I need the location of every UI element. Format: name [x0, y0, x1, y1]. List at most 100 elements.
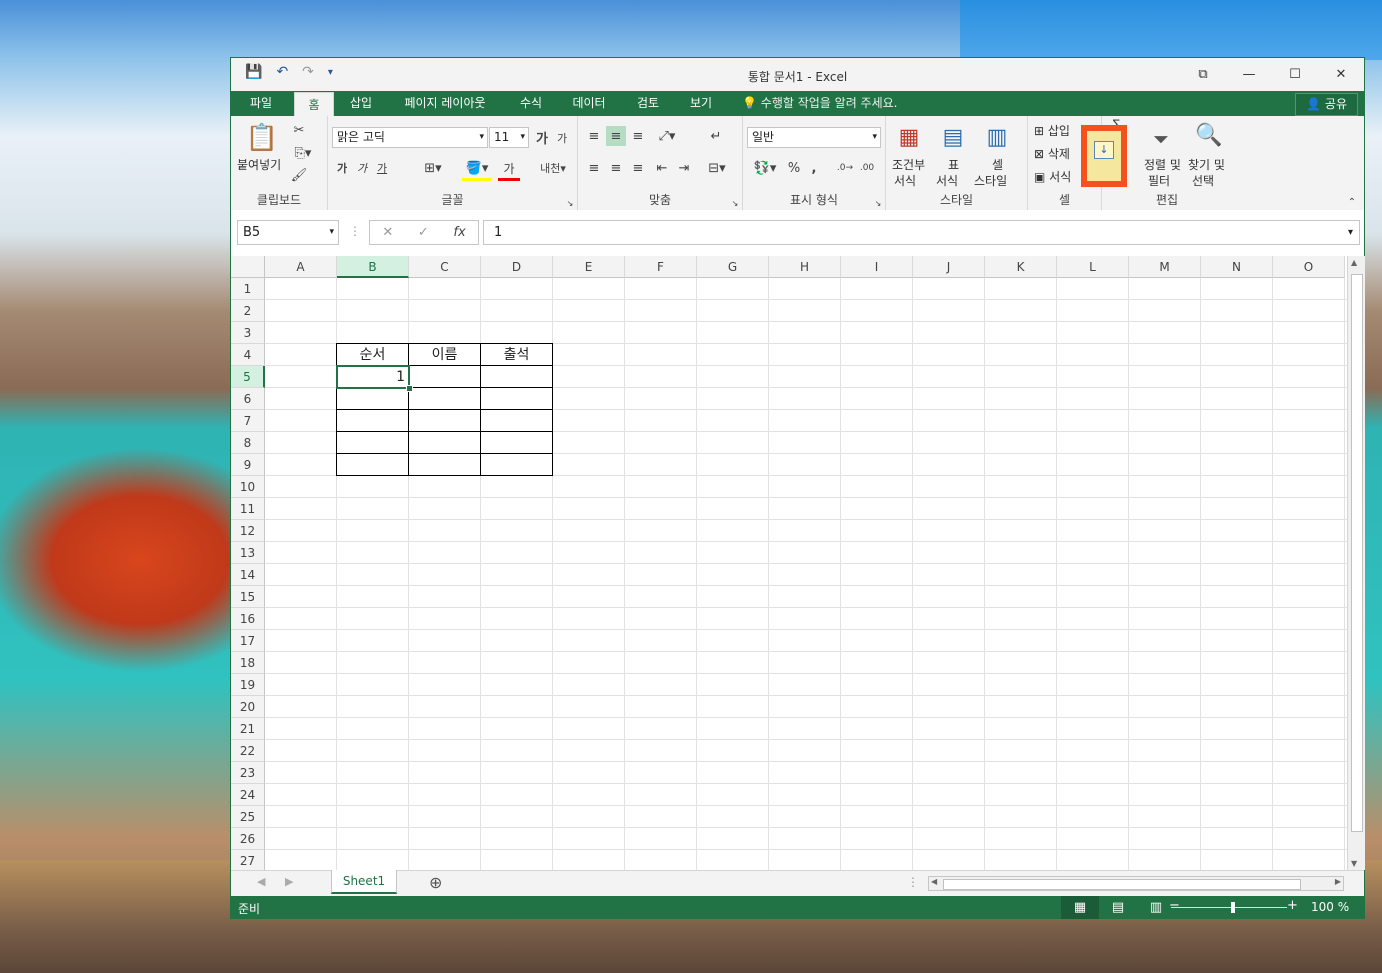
row-header-16[interactable]: 16 [231, 608, 265, 630]
percent-button[interactable]: % [785, 158, 803, 178]
normal-view-icon[interactable]: ▦ [1061, 896, 1099, 919]
font-name-select[interactable]: 맑은 고딕 ▾ [332, 127, 488, 148]
new-sheet-button[interactable]: ⊕ [429, 873, 442, 892]
shrink-font-button[interactable]: 가 [554, 130, 570, 146]
paste-label[interactable]: 붙여넣기 [237, 156, 281, 173]
next-sheet-icon[interactable]: ▶ [285, 875, 293, 888]
number-format-select[interactable]: 일반 ▾ [747, 127, 881, 148]
increase-indent-icon[interactable]: ⇥ [674, 158, 694, 178]
sort-filter-icon[interactable]: ⏷ [1146, 124, 1176, 154]
align-center-icon[interactable]: ≡ [606, 158, 626, 178]
tab-formulas[interactable]: 수식 [511, 91, 551, 116]
conditional-formatting-label[interactable]: 조건부 [892, 156, 925, 173]
row-header-26[interactable]: 26 [231, 828, 265, 850]
grow-font-button[interactable]: 가 [534, 128, 550, 147]
tab-file[interactable]: 파일 [235, 91, 287, 116]
row-header-18[interactable]: 18 [231, 652, 265, 674]
sheet-tab[interactable]: Sheet1 [331, 870, 397, 894]
column-header-d[interactable]: D [481, 256, 553, 278]
font-color-button[interactable]: 가 [498, 158, 520, 181]
find-select-label[interactable]: 찾기 및 [1188, 156, 1225, 173]
row-header-8[interactable]: 8 [231, 432, 265, 454]
row-header-9[interactable]: 9 [231, 454, 265, 476]
row-header-17[interactable]: 17 [231, 630, 265, 652]
prev-sheet-icon[interactable]: ◀ [257, 875, 265, 888]
wrap-text-icon[interactable]: ↵ [706, 126, 726, 146]
row-header-6[interactable]: 6 [231, 388, 265, 410]
ribbon-display-options-icon[interactable]: ⧉ [1180, 58, 1226, 90]
tab-review[interactable]: 검토 [628, 91, 668, 116]
row-header-19[interactable]: 19 [231, 674, 265, 696]
column-header-g[interactable]: G [697, 256, 769, 278]
column-header-o[interactable]: O [1273, 256, 1345, 278]
fill-handle[interactable] [406, 385, 413, 392]
row-header-4[interactable]: 4 [231, 344, 265, 366]
align-right-icon[interactable]: ≡ [628, 158, 648, 178]
insert-cells-button[interactable]: ⊞ 삽입 [1034, 122, 1070, 139]
format-as-table-icon[interactable]: ▤ [938, 122, 968, 152]
zoom-level[interactable]: 100 % [1311, 900, 1349, 914]
splitter-icon[interactable]: ⋮ [907, 875, 919, 889]
merge-center-icon[interactable]: ⊟▾ [702, 158, 732, 178]
cancel-icon[interactable]: ✕ [382, 225, 393, 240]
borders-icon[interactable]: ⊞▾ [418, 158, 448, 178]
accounting-format-icon[interactable]: 💱▾ [749, 158, 781, 178]
row-header-20[interactable]: 20 [231, 696, 265, 718]
dialog-launcher-icon[interactable]: ↘ [565, 198, 575, 208]
zoom-in-button[interactable]: + [1287, 898, 1298, 913]
maximize-button[interactable]: ☐ [1272, 58, 1318, 90]
zoom-slider[interactable] [1171, 902, 1287, 913]
align-left-icon[interactable]: ≡ [584, 158, 604, 178]
formula-input[interactable]: 1 ▾ [483, 220, 1360, 245]
scroll-right-icon[interactable]: ▶ [1335, 877, 1341, 886]
row-header-2[interactable]: 2 [231, 300, 265, 322]
row-header-21[interactable]: 21 [231, 718, 265, 740]
scroll-down-icon[interactable]: ▼ [1351, 859, 1357, 868]
page-layout-view-icon[interactable]: ▤ [1099, 896, 1137, 919]
column-header-c[interactable]: C [409, 256, 481, 278]
horizontal-scroll-thumb[interactable] [943, 879, 1301, 890]
dialog-launcher-icon[interactable]: ↘ [730, 198, 740, 208]
column-header-k[interactable]: K [985, 256, 1057, 278]
row-header-7[interactable]: 7 [231, 410, 265, 432]
row-header-25[interactable]: 25 [231, 806, 265, 828]
format-as-table-label2[interactable]: 서식 [936, 172, 958, 189]
column-header-n[interactable]: N [1201, 256, 1273, 278]
name-box[interactable]: B5 ▾ [237, 220, 339, 245]
cell-c4[interactable]: 이름 [409, 344, 480, 366]
minimize-button[interactable]: — [1226, 58, 1272, 90]
cell-styles-label2[interactable]: 스타일 [974, 172, 1007, 189]
tell-me-box[interactable]: 💡 수행할 작업을 알려 주세요. [742, 91, 897, 116]
sort-filter-label[interactable]: 정렬 및 [1144, 156, 1181, 173]
conditional-formatting-label2[interactable]: 서식 [894, 172, 916, 189]
find-select-label2[interactable]: 선택 [1192, 172, 1214, 189]
close-button[interactable]: ✕ [1318, 58, 1364, 90]
cut-icon[interactable]: ✂ [289, 120, 309, 140]
row-header-24[interactable]: 24 [231, 784, 265, 806]
format-painter-icon[interactable]: 🖌 [289, 165, 309, 185]
align-middle-icon[interactable]: ≡ [606, 126, 626, 146]
column-header-m[interactable]: M [1129, 256, 1201, 278]
column-header-b[interactable]: B [337, 256, 409, 278]
dialog-launcher-icon[interactable]: ↘ [873, 198, 883, 208]
row-header-1[interactable]: 1 [231, 278, 265, 300]
tab-data[interactable]: 데이터 [565, 91, 613, 116]
italic-button[interactable]: 가 [354, 158, 370, 178]
sort-filter-label2[interactable]: 필터 [1148, 172, 1170, 189]
row-header-22[interactable]: 22 [231, 740, 265, 762]
row-header-5[interactable]: 5 [231, 366, 265, 388]
format-cells-button[interactable]: ▣ 서식 [1034, 168, 1071, 185]
underline-button[interactable]: 가 [374, 158, 390, 178]
vertical-scroll-thumb[interactable] [1351, 274, 1363, 832]
row-header-14[interactable]: 14 [231, 564, 265, 586]
horizontal-scrollbar[interactable]: ◀ ▶ [928, 876, 1344, 891]
zoom-out-button[interactable]: − [1169, 898, 1180, 913]
insert-function-button[interactable]: fx [453, 225, 465, 240]
row-header-12[interactable]: 12 [231, 520, 265, 542]
zoom-slider-knob[interactable] [1231, 902, 1235, 913]
share-button[interactable]: 👤 공유 [1295, 93, 1358, 116]
fill-down-button-highlight[interactable]: ↓ [1081, 125, 1127, 187]
find-select-icon[interactable]: 🔍 [1194, 120, 1224, 150]
column-header-i[interactable]: I [841, 256, 913, 278]
fill-color-icon[interactable]: 🪣▾ [462, 158, 492, 181]
